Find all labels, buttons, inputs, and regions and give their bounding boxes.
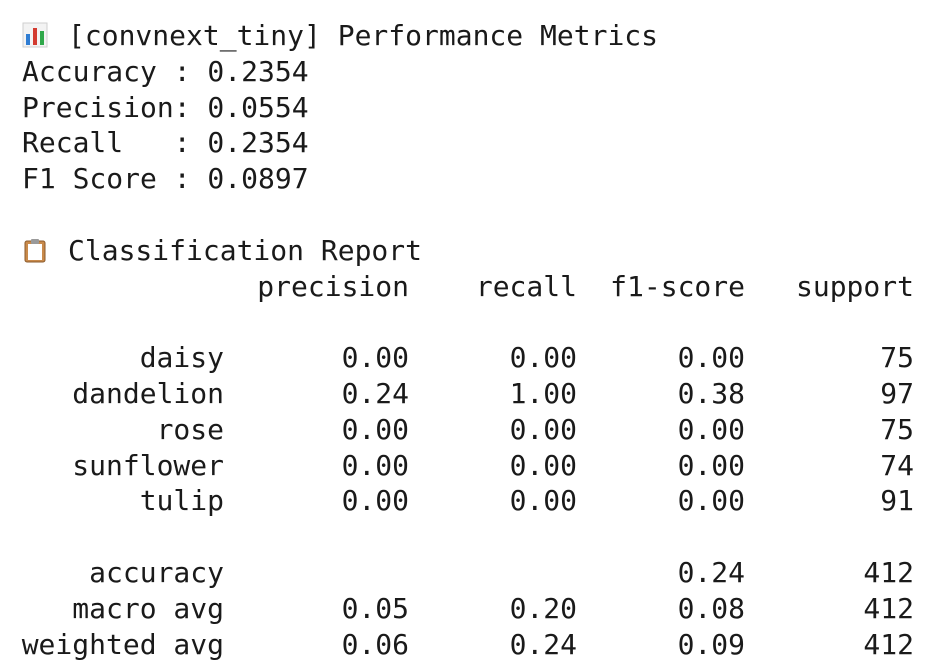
row-label: rose (156, 412, 224, 446)
support-value: 97 (880, 376, 914, 410)
f1-value: 0.00 (677, 448, 745, 482)
metrics-heading-line: [convnext_tiny] Performance Metrics (22, 18, 932, 54)
report-heading-line: Classification Report (22, 233, 932, 269)
precision-value: 0.00 (341, 484, 409, 518)
metric-precision: Precision: 0.0554 (22, 90, 309, 124)
f1-value: 0.09 (677, 627, 745, 661)
clipboard-icon (22, 236, 48, 263)
precision-value: 0.00 (341, 412, 409, 446)
table-row: sunflower 0.00 0.00 0.00 74 (22, 448, 932, 484)
summary-row: accuracy 0.24 412 (22, 555, 932, 591)
f1-value: 0.00 (677, 412, 745, 446)
precision-value: 0.00 (341, 448, 409, 482)
summary-row: weighted avg 0.06 0.24 0.09 412 (22, 627, 932, 663)
recall-value: 0.24 (509, 627, 577, 661)
recall-value: 0.20 (509, 591, 577, 625)
f1-value: 0.24 (677, 555, 745, 589)
console-output: [convnext_tiny] Performance Metrics Accu… (22, 18, 932, 662)
support-value: 75 (880, 412, 914, 446)
f1-value: 0.08 (677, 591, 745, 625)
table-row: tulip 0.00 0.00 0.00 91 (22, 483, 932, 519)
support-value: 412 (863, 591, 914, 625)
row-label: weighted avg (21, 627, 224, 661)
table-row: dandelion 0.24 1.00 0.38 97 (22, 376, 932, 412)
metric-recall: Recall : 0.2354 (22, 126, 309, 160)
precision-value: 0.06 (341, 627, 409, 661)
row-label: daisy (139, 341, 224, 375)
f1-value: 0.00 (677, 341, 745, 375)
row-label: accuracy (89, 555, 224, 589)
support-value: 91 (880, 484, 914, 518)
column-header-recall: recall (475, 269, 577, 303)
row-label: tulip (139, 484, 224, 518)
support-value: 412 (863, 627, 914, 661)
precision-value: 0.24 (341, 376, 409, 410)
f1-value: 0.38 (677, 376, 745, 410)
column-header-support: support (795, 269, 914, 303)
summary-row: macro avg 0.05 0.20 0.08 412 (22, 591, 932, 627)
row-label: sunflower (72, 448, 224, 482)
recall-value: 0.00 (509, 448, 577, 482)
table-row: rose 0.00 0.00 0.00 75 (22, 412, 932, 448)
column-header-f1-score: f1-score (610, 269, 745, 303)
metric-f1: F1 Score : 0.0897 (22, 162, 309, 196)
f1-value: 0.00 (677, 484, 745, 518)
report-heading: Classification Report (68, 233, 423, 267)
metrics-heading: [convnext_tiny] Performance Metrics (68, 19, 659, 52)
recall-value: 1.00 (509, 376, 577, 410)
row-label: macro avg (72, 591, 224, 625)
metric-accuracy: Accuracy : 0.2354 (22, 54, 309, 88)
recall-value: 0.00 (509, 484, 577, 518)
recall-value: 0.00 (509, 341, 577, 375)
row-label: dandelion (72, 376, 224, 410)
table-row: daisy 0.00 0.00 0.00 75 (22, 340, 932, 376)
column-header-precision: precision (257, 269, 409, 303)
report-header-row: precision recall f1-score support (22, 269, 932, 305)
bar-chart-icon (22, 21, 48, 48)
support-value: 74 (880, 448, 914, 482)
support-value: 75 (880, 341, 914, 375)
support-value: 412 (863, 555, 914, 589)
precision-value: 0.05 (341, 591, 409, 625)
recall-value: 0.00 (509, 412, 577, 446)
precision-value: 0.00 (341, 341, 409, 375)
